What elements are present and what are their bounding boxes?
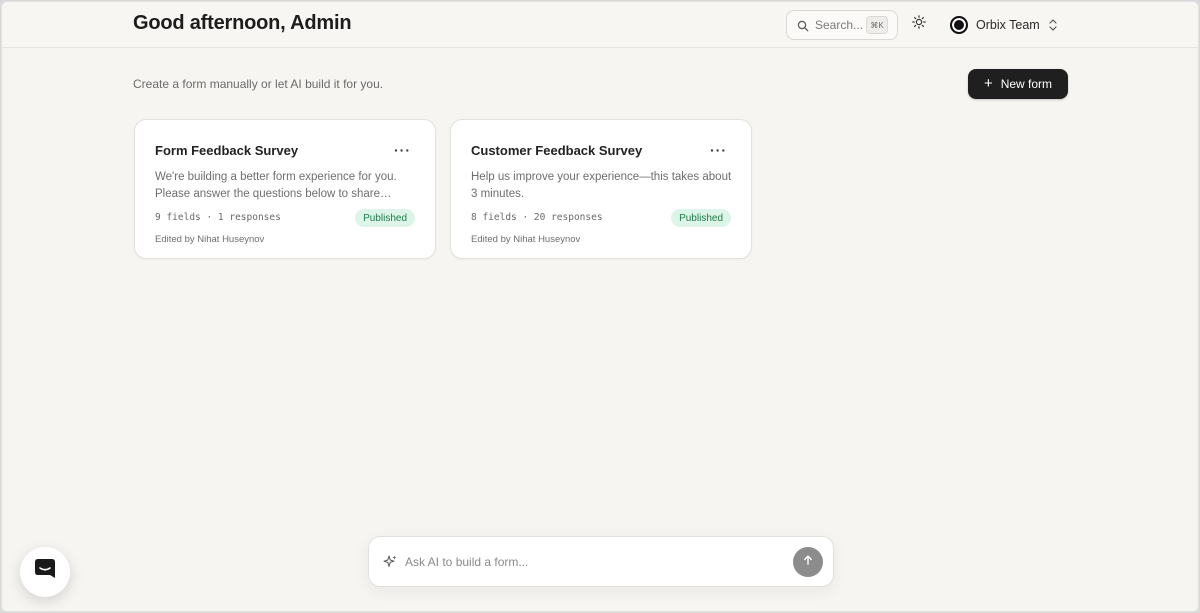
top-bar: Good afternoon, Admin Search... ⌘K Orbix… [2,2,1198,48]
form-edited-by: Edited by Nihat Huseynov [471,234,581,245]
form-meta: 8 fields · 20 responses [471,212,603,223]
chat-icon [31,556,59,589]
status-badge: Published [355,209,415,227]
page-title: Good afternoon, Admin [133,12,352,34]
team-name: Orbix Team [976,18,1040,32]
ai-prompt-input[interactable] [405,547,785,577]
ai-prompt-bar [368,536,834,587]
chat-launcher-button[interactable] [20,547,70,597]
form-description: We're building a better form experience … [155,171,397,200]
team-switcher[interactable]: Orbix Team [950,14,1058,36]
new-form-button[interactable]: + New form [968,69,1068,99]
arrow-up-icon [802,553,814,571]
plus-icon: + [983,75,993,92]
form-card[interactable]: Customer Feedback Survey ··· Help us imp… [450,119,752,259]
form-title: Customer Feedback Survey [471,143,643,158]
form-description: Help us improve your experience—this tak… [471,171,732,200]
team-logo [950,16,968,34]
sparkle-icon [382,554,398,570]
search-placeholder: Search... [815,18,864,32]
page-subtitle: Create a form manually or let AI build i… [133,77,384,91]
more-options-icon[interactable]: ··· [394,142,411,158]
more-options-icon[interactable]: ··· [710,142,727,158]
form-title: Form Feedback Survey [155,143,299,158]
search-button[interactable]: Search... ⌘K [786,10,898,40]
form-meta: 9 fields · 1 responses [155,212,281,223]
sun-icon [912,14,926,34]
status-badge: Published [671,209,731,227]
theme-toggle-button[interactable] [911,14,927,34]
form-card[interactable]: Form Feedback Survey ··· We're building … [134,119,436,259]
search-icon [797,19,809,32]
send-button[interactable] [793,547,823,577]
app-window: Good afternoon, Admin Search... ⌘K Orbix… [1,1,1199,612]
new-form-label: New form [1000,77,1053,91]
form-edited-by: Edited by Nihat Huseynov [155,234,265,245]
search-shortcut-badge: ⌘K [866,16,888,34]
chevron-up-down-icon [1048,18,1058,32]
